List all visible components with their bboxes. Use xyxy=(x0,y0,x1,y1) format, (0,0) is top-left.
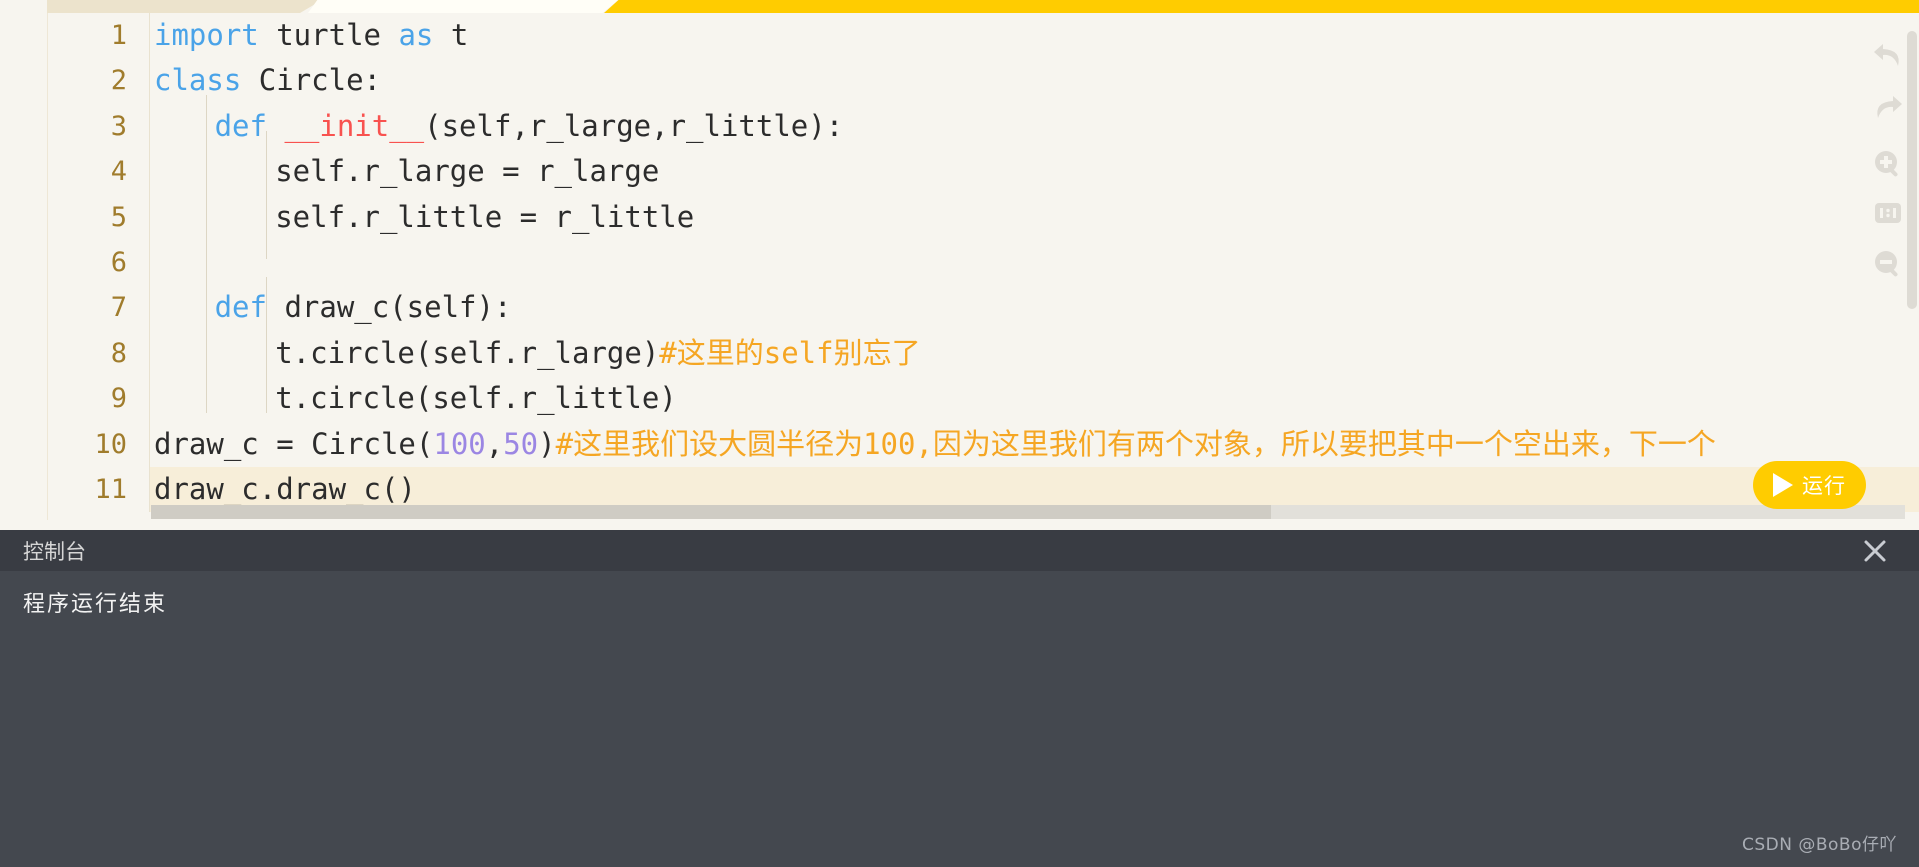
code-line[interactable]: 8 t.circle(self.r_large)#这里的self别忘了 xyxy=(48,330,1919,377)
watermark: CSDN @BoBo仔吖 xyxy=(1742,835,1897,855)
code-line-content[interactable]: draw_c = Circle(100,50)#这里我们设大圆半径为100,因为… xyxy=(149,421,1919,467)
console-panel: 控制台 程序运行结束 CSDN @BoBo仔吖 xyxy=(0,530,1919,867)
code-token: (self,r_large,r_little): xyxy=(424,108,844,143)
undo-icon[interactable] xyxy=(1867,34,1909,76)
line-number: 2 xyxy=(110,65,127,97)
code-token: def xyxy=(214,108,267,143)
play-icon xyxy=(1773,473,1793,497)
code-line[interactable]: 9 t.circle(self.r_little) xyxy=(48,376,1919,422)
code-line-content[interactable]: def __init__(self,r_large,r_little): xyxy=(149,103,1919,150)
editor-left-margin xyxy=(0,13,48,520)
code-token: self.r_little = r_little xyxy=(275,199,695,234)
line-number: 5 xyxy=(110,201,127,233)
code-line-content[interactable]: import turtle as t xyxy=(149,13,1919,59)
code-editor[interactable]: 1 import turtle as t 2 class Circle: 3 def __… xyxy=(0,13,1919,520)
line-number: 6 xyxy=(110,246,127,278)
indent-guide xyxy=(266,277,267,413)
code-token: ) xyxy=(538,426,556,461)
console-output: 程序运行结束 xyxy=(0,571,1919,867)
top-segment-white xyxy=(308,0,618,13)
line-number: 11 xyxy=(94,473,127,505)
vertical-scrollbar[interactable] xyxy=(1907,31,1917,309)
code-token: as xyxy=(398,18,434,52)
code-line[interactable]: 5 self.r_little = r_little xyxy=(48,194,1919,240)
code-token: t.circle(self.r_little) xyxy=(275,381,677,416)
code-token: draw_c.draw_c() xyxy=(154,471,416,506)
code-token: turtle xyxy=(258,18,399,52)
code-lines-container[interactable]: 1 import turtle as t 2 class Circle: 3 def __… xyxy=(48,13,1919,520)
code-token: def xyxy=(214,290,267,325)
code-line[interactable]: 2 class Circle: xyxy=(48,58,1919,104)
code-line[interactable]: 7 def draw_c(self): xyxy=(48,285,1919,331)
code-line-content[interactable]: def draw_c(self): xyxy=(149,285,1919,331)
top-segment-yellow xyxy=(604,0,1919,13)
code-line-content[interactable]: self.r_large = r_large xyxy=(149,149,1919,195)
redo-icon[interactable] xyxy=(1867,86,1909,128)
run-button[interactable]: 运行 xyxy=(1753,461,1866,509)
code-token: draw_c = Circle( xyxy=(154,426,434,461)
top-progress-strip xyxy=(0,0,1919,13)
code-token: Circle: xyxy=(241,63,381,98)
console-title: 控制台 xyxy=(23,539,86,564)
code-line-content[interactable]: self.r_little = r_little xyxy=(149,194,1919,240)
line-number: 4 xyxy=(110,156,127,188)
line-number: 1 xyxy=(110,20,127,51)
code-lines[interactable]: 1 import turtle as t 2 class Circle: 3 def __… xyxy=(48,13,1919,513)
code-line-content[interactable] xyxy=(149,239,1919,286)
code-line[interactable]: 10 draw_c = Circle(100,50)#这里我们设大圆半径为100,… xyxy=(48,421,1919,467)
code-token: __init__ xyxy=(284,108,425,143)
line-number: 8 xyxy=(110,337,127,369)
code-token: , xyxy=(485,426,504,461)
code-token: t.circle(self.r_large) xyxy=(275,335,660,370)
code-line[interactable]: 1 import turtle as t xyxy=(48,13,1919,59)
line-number: 10 xyxy=(94,428,127,460)
run-button-label: 运行 xyxy=(1802,474,1846,498)
code-line[interactable]: 3 def __init__(self,r_large,r_little): xyxy=(48,103,1919,150)
code-line[interactable]: 4 self.r_large = r_large xyxy=(48,149,1919,195)
code-line-content[interactable]: t.circle(self.r_large)#这里的self别忘了 xyxy=(149,330,1919,377)
close-icon[interactable] xyxy=(1861,537,1889,565)
code-token: t xyxy=(433,18,469,52)
code-token: draw_c(self): xyxy=(266,290,512,325)
line-number: 3 xyxy=(110,110,127,142)
code-comment: #这里的self别忘了 xyxy=(659,335,921,370)
code-token: self.r_large = r_large xyxy=(275,154,660,189)
indent-guide xyxy=(206,95,207,413)
fit-width-icon[interactable] xyxy=(1867,192,1909,234)
zoom-out-icon[interactable] xyxy=(1867,243,1909,285)
code-line-content[interactable]: class Circle: xyxy=(149,58,1919,104)
line-number: 9 xyxy=(110,383,127,415)
console-output-line: 程序运行结束 xyxy=(23,592,168,617)
code-line-content[interactable]: t.circle(self.r_little) xyxy=(149,376,1919,422)
zoom-in-icon[interactable] xyxy=(1867,143,1909,185)
code-token: class xyxy=(154,63,242,98)
horizontal-scrollbar[interactable] xyxy=(151,505,1905,519)
code-comment: #这里我们设大圆半径为100,因为这里我们有两个对象，所以要把其中一个空出来，下… xyxy=(555,426,1716,461)
code-token: 50 xyxy=(503,426,539,461)
code-line[interactable]: 6 xyxy=(48,239,1919,286)
top-segment-beige xyxy=(47,0,322,13)
console-header: 控制台 xyxy=(0,530,1919,571)
horizontal-scrollbar-thumb[interactable] xyxy=(151,505,1271,519)
line-number: 7 xyxy=(110,292,127,324)
app-root: 1 import turtle as t 2 class Circle: 3 def __… xyxy=(0,0,1919,867)
code-token: import xyxy=(154,18,259,52)
indent-guide xyxy=(266,131,267,259)
code-token: 100 xyxy=(433,426,486,461)
